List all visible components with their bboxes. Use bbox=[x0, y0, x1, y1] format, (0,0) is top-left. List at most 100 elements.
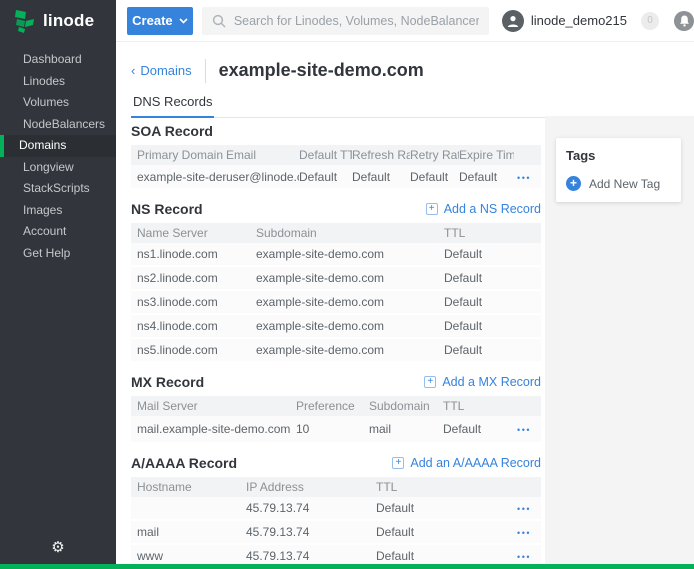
soa-retry-rate: Default bbox=[410, 170, 459, 184]
column-header: Email bbox=[226, 148, 299, 162]
column-header: TTL bbox=[444, 226, 541, 240]
avatar[interactable] bbox=[502, 10, 524, 32]
linode-cloud-manager: linode Dashboard Linodes Volumes NodeBal… bbox=[0, 0, 694, 569]
column-header: Primary Domain bbox=[131, 148, 226, 162]
settings-gear-icon[interactable]: ⚙ bbox=[0, 538, 116, 556]
soa-refresh-rate: Default bbox=[352, 170, 410, 184]
user-icon bbox=[506, 14, 520, 28]
column-header: Mail Server bbox=[131, 399, 296, 413]
add-new-tag-button[interactable]: + Add New Tag bbox=[566, 176, 671, 191]
sidebar-item-domains[interactable]: Domains bbox=[0, 135, 116, 157]
table-row: example-site-demo.com user@linode.com De… bbox=[131, 165, 541, 190]
column-header: TTL bbox=[376, 480, 491, 494]
mx-ttl: Default bbox=[443, 422, 503, 436]
column-header: Expire Time bbox=[459, 148, 514, 162]
column-header: Subdomain bbox=[256, 226, 444, 240]
global-search bbox=[202, 7, 489, 35]
table-row: ns4.linode.com example-site-demo.com Def… bbox=[131, 315, 541, 339]
soa-section-header: SOA Record bbox=[131, 123, 541, 139]
mx-table-header: Mail Server Preference Subdomain TTL bbox=[131, 396, 541, 416]
row-actions-menu-icon[interactable]: ••• bbox=[517, 173, 531, 183]
sidebar-item-stackscripts[interactable]: StackScripts bbox=[0, 178, 116, 200]
add-a-record-button[interactable]: + Add an A/AAAA Record bbox=[392, 456, 541, 470]
a-ip-address: 45.79.13.74 bbox=[246, 549, 376, 563]
a-section-header: A/AAAA Record + Add an A/AAAA Record bbox=[131, 455, 541, 471]
a-table-header: Hostname IP Address TTL bbox=[131, 477, 541, 497]
sidebar-item-account[interactable]: Account bbox=[0, 221, 116, 243]
row-actions-menu-icon[interactable]: ••• bbox=[517, 552, 531, 562]
plus-square-icon: + bbox=[392, 457, 404, 469]
mx-mail-server: mail.example-site-demo.com bbox=[131, 422, 296, 436]
column-header: Retry Rate bbox=[410, 148, 459, 162]
bell-icon bbox=[679, 15, 690, 27]
tab-dns-records[interactable]: DNS Records bbox=[131, 88, 214, 118]
notifications-bell-button[interactable] bbox=[674, 11, 694, 31]
ns-ttl: Default bbox=[444, 319, 541, 333]
ns-ttl: Default bbox=[444, 271, 541, 285]
breadcrumb: ‹ Domains example-site-demo.com bbox=[116, 42, 694, 84]
ns-name-server: ns4.linode.com bbox=[131, 319, 256, 333]
plus-circle-icon: + bbox=[566, 176, 581, 191]
logo-text: linode bbox=[43, 11, 94, 31]
row-actions-menu-icon[interactable]: ••• bbox=[517, 528, 531, 538]
a-ttl: Default bbox=[376, 501, 491, 515]
add-ns-record-label: Add a NS Record bbox=[444, 202, 541, 216]
soa-primary-domain: example-site-demo.com bbox=[131, 170, 226, 184]
row-actions-menu-icon[interactable]: ••• bbox=[517, 504, 531, 514]
sidebar: linode Dashboard Linodes Volumes NodeBal… bbox=[0, 0, 116, 564]
sidebar-item-dashboard[interactable]: Dashboard bbox=[0, 49, 116, 71]
ns-section-title: NS Record bbox=[131, 201, 203, 217]
breadcrumb-back-link[interactable]: ‹ Domains bbox=[131, 63, 192, 78]
mx-table: Mail Server Preference Subdomain TTL mai… bbox=[131, 396, 541, 444]
ns-ttl: Default bbox=[444, 295, 541, 309]
a-table: Hostname IP Address TTL 45.79.13.74 Defa… bbox=[131, 477, 541, 569]
sidebar-item-volumes[interactable]: Volumes bbox=[0, 92, 116, 114]
tab-bar: DNS Records bbox=[131, 88, 681, 118]
chevron-down-icon bbox=[179, 18, 188, 24]
soa-table: Primary Domain Email Default TTL Refresh… bbox=[131, 145, 541, 190]
plus-square-icon: + bbox=[424, 376, 436, 388]
mx-section-header: MX Record + Add a MX Record bbox=[131, 374, 541, 390]
main-content: ‹ Domains example-site-demo.com DNS Reco… bbox=[116, 42, 694, 564]
soa-default-ttl: Default bbox=[299, 170, 352, 184]
table-row: ns5.linode.com example-site-demo.com Def… bbox=[131, 339, 541, 363]
ns-table-header: Name Server Subdomain TTL bbox=[131, 223, 541, 243]
a-ip-address: 45.79.13.74 bbox=[246, 501, 376, 515]
bottom-accent-bar bbox=[0, 564, 694, 569]
mx-section-title: MX Record bbox=[131, 374, 204, 390]
ns-ttl: Default bbox=[444, 247, 541, 261]
sidebar-item-nodebalancers[interactable]: NodeBalancers bbox=[0, 114, 116, 136]
soa-section-title: SOA Record bbox=[131, 123, 213, 139]
ns-ttl: Default bbox=[444, 343, 541, 357]
search-input[interactable] bbox=[234, 14, 479, 28]
table-row: mail.example-site-demo.com 10 mail Defau… bbox=[131, 416, 541, 444]
notification-count-badge[interactable]: 0 bbox=[641, 12, 659, 30]
ns-subdomain: example-site-demo.com bbox=[256, 247, 444, 261]
ns-name-server: ns5.linode.com bbox=[131, 343, 256, 357]
plus-square-icon: + bbox=[426, 203, 438, 215]
a-hostname: mail bbox=[131, 525, 246, 539]
linode-logo-icon bbox=[14, 9, 36, 33]
sidebar-nav: Dashboard Linodes Volumes NodeBalancers … bbox=[0, 49, 116, 264]
username[interactable]: linode_demo215 bbox=[531, 13, 627, 28]
row-actions-menu-icon[interactable]: ••• bbox=[517, 425, 531, 435]
sidebar-item-images[interactable]: Images bbox=[0, 200, 116, 222]
sidebar-item-longview[interactable]: Longview bbox=[0, 157, 116, 179]
add-mx-record-button[interactable]: + Add a MX Record bbox=[424, 375, 541, 389]
table-row: ns3.linode.com example-site-demo.com Def… bbox=[131, 291, 541, 315]
create-button-label: Create bbox=[132, 13, 172, 28]
ns-subdomain: example-site-demo.com bbox=[256, 319, 444, 333]
a-section-title: A/AAAA Record bbox=[131, 455, 237, 471]
sidebar-item-get-help[interactable]: Get Help bbox=[0, 243, 116, 265]
a-hostname: www bbox=[131, 549, 246, 563]
linode-logo[interactable]: linode bbox=[0, 0, 116, 43]
page-title: example-site-demo.com bbox=[219, 60, 424, 81]
sidebar-item-linodes[interactable]: Linodes bbox=[0, 71, 116, 93]
user-area: linode_demo215 0 bbox=[502, 10, 694, 32]
a-ip-address: 45.79.13.74 bbox=[246, 525, 376, 539]
table-row: ns1.linode.com example-site-demo.com Def… bbox=[131, 243, 541, 267]
soa-email: user@linode.com bbox=[226, 170, 299, 184]
dns-records-panel: SOA Record Primary Domain Email Default … bbox=[131, 116, 541, 569]
create-button[interactable]: Create bbox=[127, 7, 193, 35]
add-ns-record-button[interactable]: + Add a NS Record bbox=[426, 202, 541, 216]
